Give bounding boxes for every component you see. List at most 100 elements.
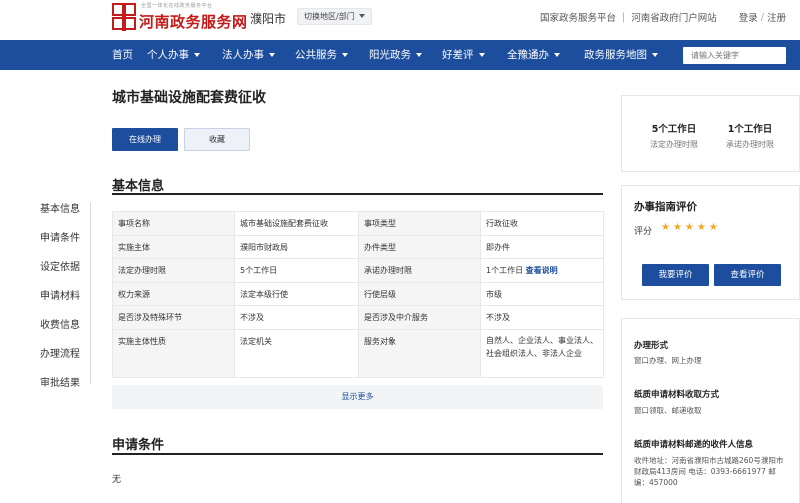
table-key: 办件类型 xyxy=(358,234,481,259)
nav-label: 首页 xyxy=(112,49,133,61)
paper-collection-text: 窗口领取、邮递收取 xyxy=(634,406,702,415)
evaluation-title: 办事指南评价 xyxy=(634,201,697,213)
region-switch-button[interactable]: 切换地区/部门 xyxy=(297,8,372,25)
nav-province-wide[interactable]: 全豫通办 xyxy=(507,40,560,70)
table-value: 城市基础设施配套费征收 xyxy=(234,211,359,236)
chevron-down-icon xyxy=(358,14,365,18)
nav-label: 阳光政务 xyxy=(369,49,411,61)
chevron-down-icon xyxy=(478,53,485,57)
handling-form-text: 窗口办理、网上办理 xyxy=(634,356,702,365)
nav-label: 公共服务 xyxy=(295,49,337,61)
side-item-result[interactable]: 审批结果 xyxy=(40,374,80,389)
register-link[interactable]: 注册 xyxy=(767,10,786,24)
table-key: 承诺办理时限 xyxy=(358,258,481,283)
table-key: 实施主体 xyxy=(112,234,235,259)
online-apply-button[interactable]: 在线办理 xyxy=(112,128,178,151)
nav-corporate[interactable]: 法人办事 xyxy=(222,40,275,70)
top-links: 国家政务服务平台 | 河南省政府门户网站 登录 / 注册 xyxy=(540,10,786,25)
logo-title[interactable]: 河南政务服务网 xyxy=(139,11,248,32)
table-key: 权力来源 xyxy=(112,281,235,306)
nav-service-map[interactable]: 政务服务地图 xyxy=(584,40,658,70)
table-key: 事项类型 xyxy=(358,211,481,236)
mail-recipient-title: 纸质申请材料邮递的收件人信息 xyxy=(634,440,754,450)
view-explanation-link[interactable]: 查看说明 xyxy=(526,266,558,275)
nav-label: 个人办事 xyxy=(147,49,189,61)
section-title-conditions: 申请条件 xyxy=(112,438,165,453)
legal-time-limit: 5个工作日 法定办理时限 xyxy=(639,121,709,150)
nav-sunshine-affairs[interactable]: 阳光政务 xyxy=(369,40,422,70)
view-ratings-button[interactable]: 查看评价 xyxy=(714,264,781,286)
logo-icon[interactable] xyxy=(112,3,136,31)
table-key: 实施主体性质 xyxy=(112,328,235,378)
side-item-fees[interactable]: 收费信息 xyxy=(40,316,80,331)
table-value: 法定机关 xyxy=(234,328,359,378)
mail-recipient-text: 收件地址：河南省濮阳市古城路260号濮阳市财政局413房间 电话：0393-66… xyxy=(634,456,784,487)
table-row: 实施主体 濮阳市财政局 办件类型 即办件 xyxy=(112,234,604,259)
section-title-basic-info: 基本信息 xyxy=(112,179,165,194)
table-value: 濮阳市财政局 xyxy=(234,234,359,259)
table-value: 1个工作日 xyxy=(486,266,524,275)
table-row: 实施主体性质 法定机关 服务对象 自然人、企业法人、事业法人、社会组织法人、非法… xyxy=(112,328,604,378)
table-value-cell: 1个工作日 查看说明 xyxy=(480,258,604,283)
table-value: 不涉及 xyxy=(480,305,604,330)
stat-label: 承诺办理时限 xyxy=(726,140,774,149)
time-limit-panel: 5个工作日 法定办理时限 1个工作日 承诺办理时限 xyxy=(621,95,800,172)
table-row: 权力来源 法定本级行使 行使层级 市级 xyxy=(112,281,604,306)
basic-info-table: 事项名称 城市基础设施配套费征收 事项类型 行政征收 实施主体 濮阳市财政局 办… xyxy=(112,211,604,378)
table-key: 是否涉及中介服务 xyxy=(358,305,481,330)
table-value: 行政征收 xyxy=(480,211,604,236)
show-more-button[interactable]: 显示更多 xyxy=(112,385,603,409)
nav-home[interactable]: 首页 xyxy=(112,40,133,70)
region-switch-label: 切换地区/部门 xyxy=(304,12,355,21)
side-menu-divider xyxy=(90,202,91,384)
table-key: 服务对象 xyxy=(358,328,481,378)
side-item-conditions[interactable]: 申请条件 xyxy=(40,229,80,244)
star-rating-icon: ★★★★★ xyxy=(661,222,721,233)
side-item-process[interactable]: 办理流程 xyxy=(40,345,80,360)
table-value: 法定本级行使 xyxy=(234,281,359,306)
nav-label: 法人办事 xyxy=(222,49,264,61)
nav-evaluation[interactable]: 好差评 xyxy=(442,40,485,70)
chevron-down-icon xyxy=(194,53,200,57)
link-national-platform[interactable]: 国家政务服务平台 xyxy=(540,10,616,24)
evaluation-panel: 办事指南评价 评分 ★★★★★ 我要评价 查看评价 xyxy=(621,185,800,300)
conditions-text: 无 xyxy=(112,475,122,485)
logo-subtitle: 全国一体化在线政务服务平台 xyxy=(141,3,213,9)
search-input[interactable] xyxy=(683,47,786,64)
chevron-down-icon xyxy=(269,53,275,57)
chevron-down-icon xyxy=(554,53,560,57)
section-divider xyxy=(112,193,603,195)
nav-label: 好差评 xyxy=(442,49,474,61)
link-henan-portal[interactable]: 河南省政府门户网站 xyxy=(631,10,717,24)
handling-form-title: 办理形式 xyxy=(634,341,669,351)
login-link[interactable]: 登录 xyxy=(739,10,758,24)
table-row: 事项名称 城市基础设施配套费征收 事项类型 行政征收 xyxy=(112,211,604,236)
side-item-materials[interactable]: 申请材料 xyxy=(40,287,80,302)
table-key: 是否涉及特殊环节 xyxy=(112,305,235,330)
chevron-down-icon xyxy=(342,53,348,57)
stat-label: 法定办理时限 xyxy=(650,140,698,149)
stat-value: 1个工作日 xyxy=(727,124,773,135)
nav-label: 政务服务地图 xyxy=(584,49,647,61)
promised-time-limit: 1个工作日 承诺办理时限 xyxy=(715,121,785,150)
top-header: 全国一体化在线政务服务平台 河南政务服务网 濮阳市 切换地区/部门 国家政务服务… xyxy=(0,0,800,38)
side-item-basis[interactable]: 设定依据 xyxy=(40,258,80,273)
table-value: 不涉及 xyxy=(234,305,359,330)
nav-public-service[interactable]: 公共服务 xyxy=(295,40,348,70)
stat-value: 5个工作日 xyxy=(651,124,697,135)
paper-collection-title: 纸质申请材料收取方式 xyxy=(634,390,720,400)
table-key: 法定办理时限 xyxy=(112,258,235,283)
chevron-down-icon xyxy=(652,53,658,57)
chevron-down-icon xyxy=(416,53,422,57)
divider: | xyxy=(622,11,626,23)
main-nav: 首页 个人办事 法人办事 公共服务 阳光政务 好差评 全豫通办 政务服务地图 xyxy=(0,40,800,70)
current-city: 濮阳市 xyxy=(250,12,287,26)
table-value: 自然人、企业法人、事业法人、社会组织法人、非法人企业 xyxy=(480,328,604,378)
favorite-button[interactable]: 收藏 xyxy=(184,128,250,151)
table-row: 法定办理时限 5个工作日 承诺办理时限 1个工作日 查看说明 xyxy=(112,258,604,283)
table-key: 事项名称 xyxy=(112,211,235,236)
nav-personal[interactable]: 个人办事 xyxy=(147,40,200,70)
rate-button[interactable]: 我要评价 xyxy=(642,264,709,286)
table-value: 市级 xyxy=(480,281,604,306)
side-item-basic-info[interactable]: 基本信息 xyxy=(40,200,80,215)
